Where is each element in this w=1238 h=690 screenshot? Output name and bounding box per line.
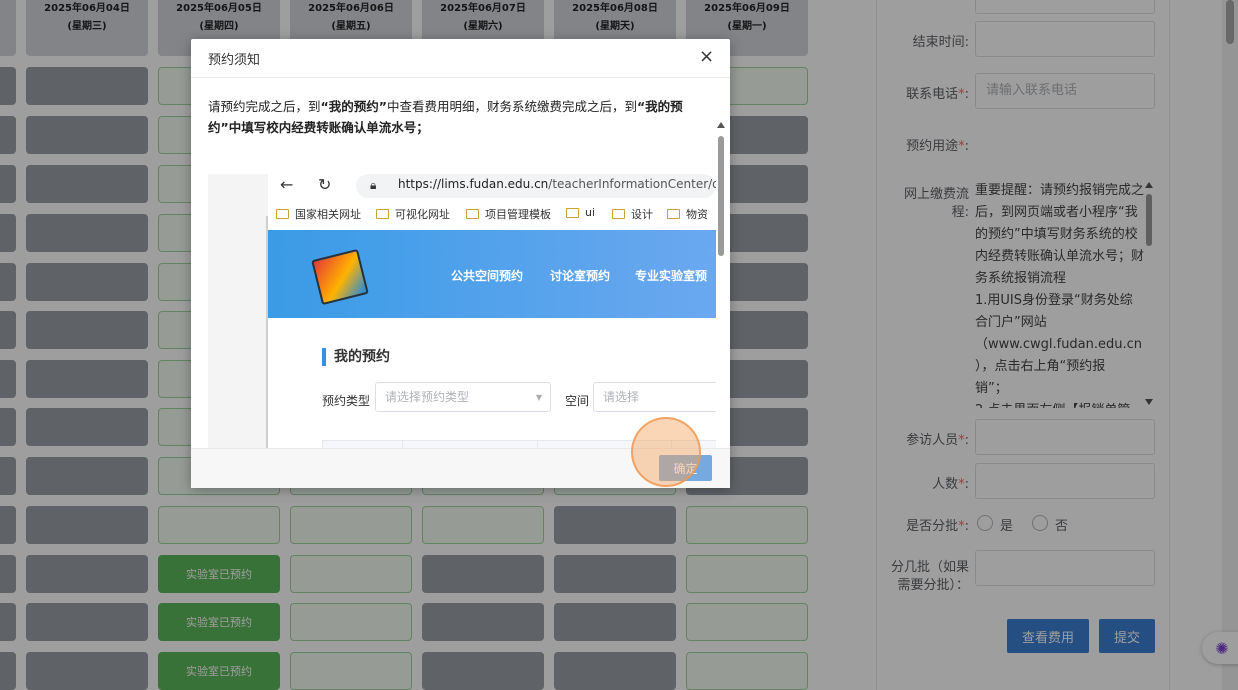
bookmark-item: ui [566,206,595,219]
filter-type-select: 请选择预约类型 ▾ [375,382,551,412]
folder-icon [566,207,579,218]
bookmark-item: 物资 [667,206,708,222]
bookmarks-bar: 国家相关网址 可视化网址 项目管理模板 ui 设计 物资 [268,206,716,226]
folder-icon [466,209,479,219]
screenshot-side-strip [208,174,268,448]
folder-icon [612,209,625,219]
dialog-scrollbar-graphic [717,122,725,256]
bookmark-label: 国家相关网址 [295,208,361,221]
bookmark-label: ui [585,206,596,219]
bookmark-item: 可视化网址 [376,206,450,222]
instruction-screenshot: ← ↻ 🔒︎ https://lims.fudan.edu.cn/teacher… [208,174,716,448]
bookmark-label: 物资 [686,208,708,221]
folder-icon [276,209,289,219]
back-arrow-icon: ← [280,175,294,194]
site-nav-item: 专业实验室预 [635,269,708,283]
dialog-title: 预约须知 [208,53,261,68]
bookmark-item: 国家相关网址 [276,206,361,222]
filter-space-select: 请选择 [593,382,716,412]
filter-type-label: 预约类型 [322,394,371,408]
close-icon[interactable]: × [699,47,714,67]
filter-space-label: 空间 [565,394,590,408]
bookmark-item: 设计 [612,206,653,222]
bookmark-label: 可视化网址 [395,208,450,221]
site-nav-item: 公共空间预约 [451,269,524,283]
folder-icon [376,209,389,219]
my-booking-title: 我的预约 [322,348,390,366]
click-indicator [631,417,701,487]
site-nav-item: 讨论室预约 [550,269,611,283]
screenshot-url: https://lims.fudan.edu.cn/teacherInforma… [398,177,716,191]
screenshot-address-bar: ← ↻ 🔒︎ https://lims.fudan.edu.cn/teacher… [268,174,716,200]
dialog-scrollbar[interactable] [716,120,726,448]
bookmark-label: 设计 [631,208,653,221]
caret-down-icon: ▾ [535,390,542,404]
folder-icon [667,209,680,219]
table-column-divider [402,441,403,448]
bookmark-item: 项目管理模板 [466,206,551,222]
dialog-message: 请预约完成之后，到“我的预约”中查看费用明细，财务系统缴费完成之后，到“我的预约… [208,99,683,135]
bookmark-label: 项目管理模板 [485,208,551,221]
lock-icon: 🔒︎ [370,178,377,192]
table-column-divider [537,441,538,448]
reload-icon: ↻ [318,175,332,194]
dialog-body: 请预约完成之后，到“我的预约”中查看费用明细，财务系统缴费完成之后，到“我的预约… [191,78,730,448]
